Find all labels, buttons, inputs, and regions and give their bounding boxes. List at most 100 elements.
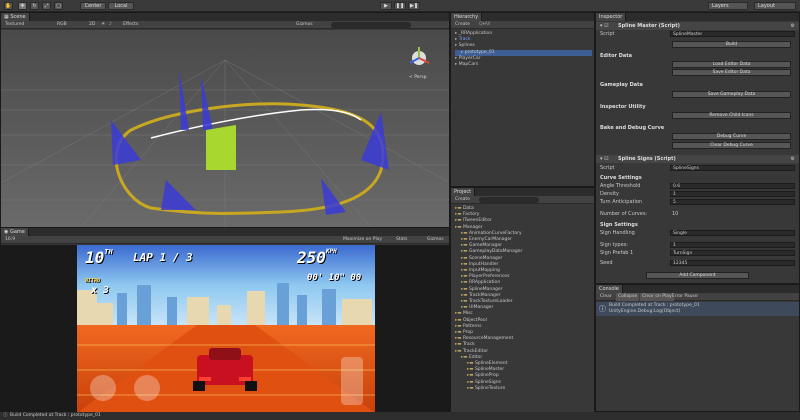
inspector-panel: Inspector ▾ ☑ Spline Master (Script) ⚙ S…	[595, 12, 800, 284]
hand-tool-icon[interactable]: ✋	[4, 2, 13, 10]
remove-child-icons-button[interactable]: Remove Child Icons	[672, 112, 791, 119]
clear-on-play-toggle[interactable]: Clear on Play	[640, 293, 674, 301]
sign-settings-label: Sign Settings	[600, 222, 638, 228]
folder-icon: ▸▬	[461, 354, 469, 360]
signs-script-label: Script	[600, 165, 615, 171]
2d-toggle[interactable]: 2D	[89, 21, 95, 29]
hierarchy-create-dropdown[interactable]: Create	[455, 21, 470, 29]
clear-debug-curve-button[interactable]: Clear Debug Curve	[672, 142, 791, 149]
hierarchy-search-input[interactable]: Q▾All	[479, 21, 490, 29]
sign-prefab-field[interactable]: TurnSign	[670, 250, 795, 256]
scene-search-input[interactable]	[331, 22, 411, 28]
persp-label[interactable]: < Persp	[409, 74, 427, 80]
tree-item-label: SplineManager	[468, 286, 503, 292]
game-viewport[interactable]: 10TH LAP 1 / 3 250KPH NITRO x 3 00' 10" …	[77, 245, 375, 413]
tree-item-label: Misc	[462, 311, 473, 317]
turn-anticipation-input[interactable]: 5	[670, 199, 795, 205]
folder-icon: ▸▬	[467, 373, 475, 379]
tree-item-label: EnemyCarManager	[468, 237, 512, 243]
tree-item-label: SplineElement	[474, 361, 508, 367]
console-clear-button[interactable]: Clear	[600, 293, 612, 301]
hierarchy-panel: Hierarchy Create Q▾All ▸ _RRApplication ▸…	[450, 12, 595, 187]
tab-game[interactable]: ◉ Game	[1, 228, 29, 236]
console-collapse-toggle[interactable]: Collapse	[616, 293, 640, 301]
signs-script-field[interactable]: SplineSigns	[670, 165, 795, 171]
build-button[interactable]: Build	[672, 41, 791, 48]
pivot-center-button[interactable]: Center	[80, 2, 106, 10]
tree-item-label: Track	[458, 37, 471, 43]
spline-signs-foldout-icon[interactable]: ▾ ☑	[600, 155, 609, 163]
folder-icon: ▸▬	[455, 311, 463, 317]
scene-viewport[interactable]: < Persp	[1, 30, 449, 227]
tab-project[interactable]: Project	[451, 188, 476, 196]
add-component-button[interactable]: Add Component	[646, 272, 749, 279]
number-of-curves-row: Number of Curves: 10	[596, 210, 799, 218]
sign-types-input[interactable]: 1	[670, 242, 795, 248]
folder-icon: ▸▬	[461, 268, 469, 274]
project-search-input[interactable]	[479, 197, 539, 203]
tree-item[interactable]: ▸ MapCars	[455, 62, 592, 68]
number-of-curves-label: Number of Curves:	[600, 211, 648, 217]
steer-left-button[interactable]	[90, 375, 116, 401]
info-icon: ⓘ	[599, 305, 606, 313]
rect-tool-icon[interactable]: ▢	[54, 2, 63, 10]
steer-right-button[interactable]	[134, 375, 160, 401]
signs-settings-icon[interactable]: ⚙	[791, 155, 795, 163]
tab-hierarchy[interactable]: Hierarchy	[451, 13, 483, 21]
tree-item[interactable]: ▸▬ SplineTexture	[455, 386, 592, 392]
aspect-dropdown[interactable]: 16:9	[5, 236, 15, 244]
scale-tool-icon[interactable]: ⤢	[42, 2, 51, 10]
rgb-dropdown[interactable]: RGB	[57, 21, 67, 29]
pause-button[interactable]: ❚❚	[394, 2, 406, 10]
layout-dropdown[interactable]: Layout	[754, 2, 796, 10]
play-button[interactable]: ▶	[380, 2, 392, 10]
spline-master-title: Spline Master (Script)	[618, 23, 680, 29]
load-editor-data-button[interactable]: Load Editor Data	[672, 61, 791, 68]
maximize-on-play-toggle[interactable]: Maximize on Play	[343, 236, 382, 244]
component-settings-icon[interactable]: ⚙	[791, 22, 795, 30]
folder-icon: ▸▬	[455, 218, 463, 224]
curve-settings-section: Curve Settings	[596, 174, 799, 182]
save-editor-data-button[interactable]: Save Editor Data	[672, 69, 791, 76]
save-gameplay-data-button[interactable]: Save Gameplay Data	[672, 91, 791, 98]
game-gizmos-dropdown[interactable]: Gizmos	[427, 236, 444, 244]
rotate-tool-icon[interactable]: ↻	[30, 2, 39, 10]
tree-item-label: TrackEditor	[462, 348, 489, 354]
error-pause-toggle[interactable]: Error Pause	[672, 293, 698, 301]
spline-master-foldout-icon[interactable]: ▾ ☑	[600, 22, 609, 30]
sign-prefab-row: Sign Prefab 1 TurnSign	[596, 249, 799, 257]
tab-console[interactable]: Console	[596, 285, 623, 293]
stats-toggle[interactable]: Stats	[396, 236, 408, 244]
sign-handling-dropdown[interactable]: Single	[670, 230, 795, 236]
tab-inspector[interactable]: Inspector	[596, 13, 627, 21]
tree-item-label: Editor	[468, 354, 483, 360]
move-tool-icon[interactable]: ✥	[18, 2, 27, 10]
spline-master-script-row: Script SplineMaster	[596, 30, 799, 38]
spline-master-header[interactable]: ▾ ☑ Spline Master (Script) ⚙	[596, 22, 799, 30]
shading-mode-dropdown[interactable]: Textured	[5, 21, 24, 29]
audio-toggle-icon[interactable]: ♪	[109, 21, 112, 29]
console-log-entry[interactable]: ⓘ Build Completed at Track : prototype_0…	[596, 302, 799, 316]
effects-dropdown[interactable]: Effects	[123, 21, 138, 29]
accelerate-pedal[interactable]	[341, 357, 363, 405]
script-field[interactable]: SplineMaster	[670, 31, 795, 37]
angle-threshold-input[interactable]: 0.6	[670, 183, 795, 189]
sign-settings-section: Sign Settings	[596, 221, 799, 229]
project-create-dropdown[interactable]: Create	[455, 196, 470, 204]
gizmos-dropdown[interactable]: Gizmos	[296, 21, 313, 29]
tab-scene[interactable]: ▦ Scene	[1, 13, 30, 21]
nitro-label: NITRO	[85, 278, 101, 284]
tree-item-label: SplineTexture	[474, 385, 506, 391]
debug-curve-button[interactable]: Debug Curve	[672, 133, 791, 140]
seed-input[interactable]: 12345	[670, 260, 795, 266]
seed-label: Seed	[600, 260, 613, 266]
pivot-local-button[interactable]: Local	[108, 2, 134, 10]
spline-signs-header[interactable]: ▾ ☑ Spline Signs (Script) ⚙	[596, 155, 799, 163]
layers-dropdown[interactable]: Layers	[708, 2, 748, 10]
density-input[interactable]: 1	[670, 191, 795, 197]
light-toggle-icon[interactable]: ☀	[101, 21, 105, 29]
tree-item-label: TrackTextureLoader	[468, 299, 513, 305]
folder-icon: ▸▬	[461, 274, 469, 280]
hierarchy-subbar: Create Q▾All	[451, 21, 594, 29]
step-button[interactable]: ▶❚	[408, 2, 420, 10]
